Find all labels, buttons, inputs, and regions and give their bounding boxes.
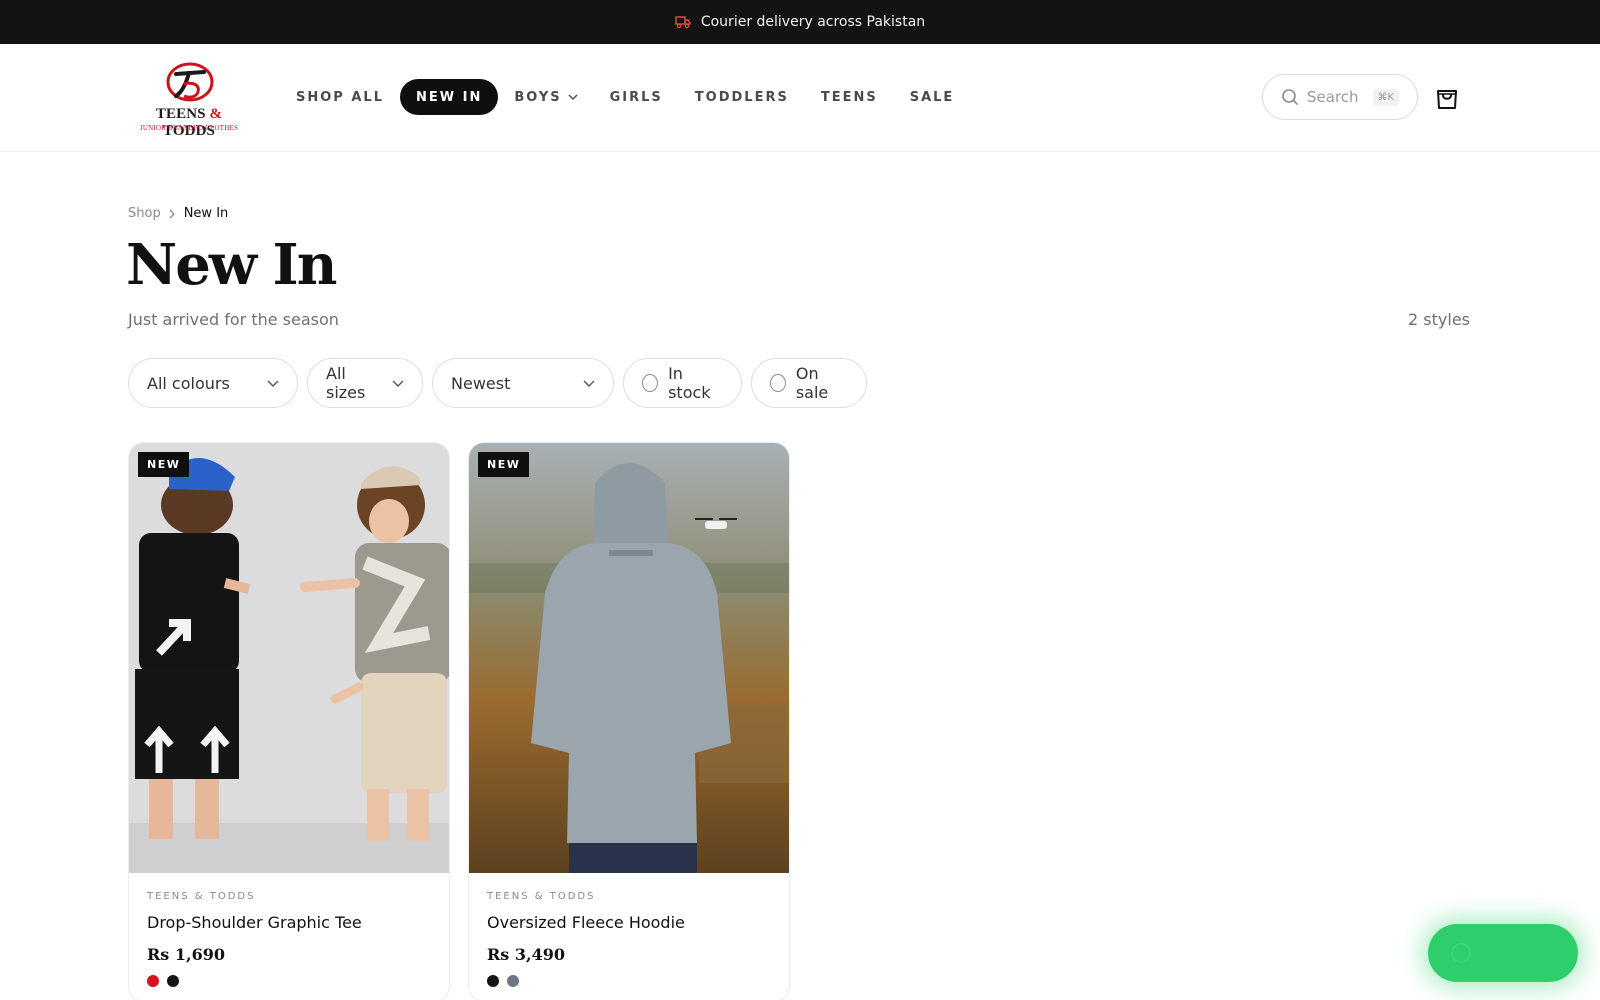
chevron-down-icon <box>392 380 404 387</box>
search-shortcut: ⌘K <box>1372 88 1400 106</box>
nav-new-in[interactable]: NEW IN <box>399 79 499 115</box>
logo-tagline: JUNIOR BRANDED CLOTHES <box>139 124 239 132</box>
chevron-right-icon <box>169 209 175 218</box>
colour-swatches <box>147 975 179 987</box>
page-title: New In <box>126 232 337 298</box>
on-sale-radio[interactable] <box>770 374 786 392</box>
new-badge: NEW <box>138 452 190 477</box>
truck-icon <box>675 16 691 29</box>
breadcrumb: Shop New In <box>128 206 228 221</box>
chevron-down-icon <box>267 380 279 387</box>
product-price: Rs 1,690 <box>147 945 225 964</box>
cart-icon[interactable] <box>1434 85 1460 111</box>
nav-girls[interactable]: GIRLS <box>594 79 679 115</box>
search-input[interactable]: Search ⌘K <box>1262 74 1418 120</box>
search-placeholder: Search <box>1307 88 1359 106</box>
size-filter-label: All sizes <box>326 364 366 402</box>
nav-shop-all[interactable]: SHOP ALL <box>280 79 400 115</box>
product-brand: TEENS & TODDS <box>147 891 256 902</box>
main-nav: SHOP ALL NEW IN BOYS GIRLS TODDLERS TEEN… <box>280 78 970 116</box>
logo[interactable]: TEENS & TODDS JUNIOR BRANDED CLOTHES <box>130 60 248 139</box>
size-filter[interactable]: All sizes <box>307 358 423 408</box>
new-badge: NEW <box>478 452 530 477</box>
in-stock-toggle[interactable]: In stock <box>623 358 742 408</box>
product-grid: NEW TEENS & TODDS Drop-Shoulder Graphic … <box>128 442 790 1000</box>
in-stock-label: In stock <box>668 364 711 402</box>
product-brand: TEENS & TODDS <box>487 891 596 902</box>
chevron-down-icon <box>583 380 595 387</box>
search-icon <box>1282 89 1298 105</box>
product-name[interactable]: Oversized Fleece Hoodie <box>487 913 685 932</box>
colour-filter[interactable]: All colours <box>128 358 298 408</box>
filter-bar: All colours All sizes Newest In stock On… <box>128 358 867 408</box>
product-card[interactable]: NEW TEENS & TODDS Drop-Shoulder Graphic … <box>128 442 450 1000</box>
announcement-text: Courier delivery across Pakistan <box>700 14 926 30</box>
logo-wordmark: TEENS & TODDS <box>155 106 223 139</box>
nav-teens[interactable]: TEENS <box>805 79 894 115</box>
colour-filter-label: All colours <box>147 373 230 393</box>
colour-swatches <box>487 975 519 987</box>
chevron-down-icon <box>568 94 578 100</box>
swatch-black[interactable] <box>167 975 179 987</box>
whatsapp-chat-button[interactable] <box>1428 924 1578 982</box>
product-name[interactable]: Drop-Shoulder Graphic Tee <box>147 913 362 932</box>
result-count: 2 styles <box>1408 310 1470 329</box>
on-sale-toggle[interactable]: On sale <box>751 358 867 408</box>
chat-icon <box>1451 943 1471 963</box>
in-stock-radio[interactable] <box>642 374 659 392</box>
swatch-black[interactable] <box>487 975 499 987</box>
nav-boys[interactable]: BOYS <box>498 79 593 115</box>
nav-sale[interactable]: SALE <box>894 79 971 115</box>
product-price: Rs 3,490 <box>487 945 565 964</box>
sort-select-label: Newest <box>451 373 511 393</box>
breadcrumb-shop[interactable]: Shop <box>128 206 161 221</box>
product-card[interactable]: NEW TEENS & TODDS Oversized Fleece Hoodi… <box>468 442 790 1000</box>
page-subtitle: Just arrived for the season <box>128 310 339 329</box>
sort-select[interactable]: Newest <box>432 358 614 408</box>
announcement-bar: Courier delivery across Pakistan <box>0 0 1600 44</box>
swatch-red[interactable] <box>147 975 159 987</box>
on-sale-label: On sale <box>795 364 829 402</box>
breadcrumb-current: New In <box>183 206 229 221</box>
product-image[interactable] <box>469 443 790 873</box>
product-image[interactable] <box>129 443 450 873</box>
site-header: TEENS & TODDS JUNIOR BRANDED CLOTHES SHO… <box>0 44 1600 152</box>
logo-monogram-icon <box>166 62 214 102</box>
nav-toddlers[interactable]: TODDLERS <box>679 79 805 115</box>
swatch-grey[interactable] <box>507 975 519 987</box>
